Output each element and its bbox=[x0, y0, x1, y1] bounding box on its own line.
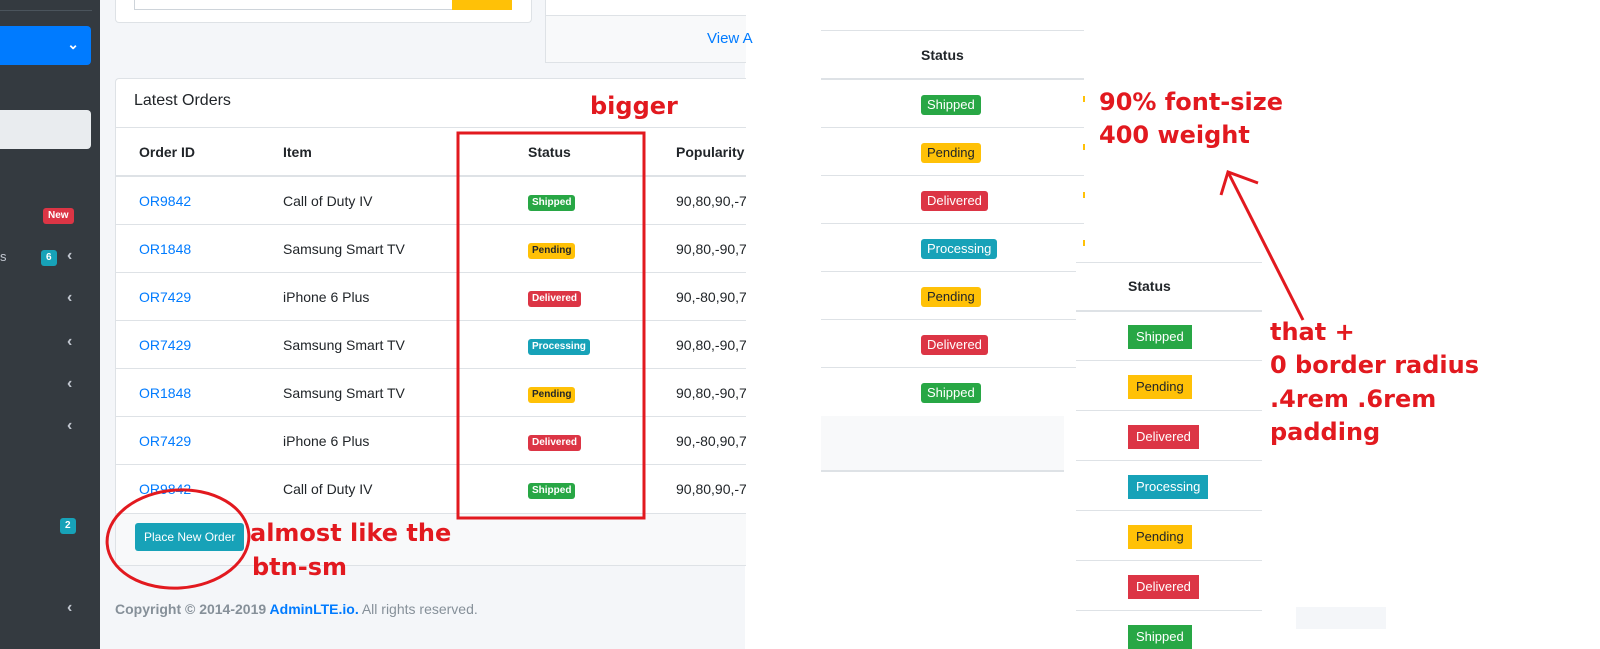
annotation-font-weight: 400 weight bbox=[1099, 121, 1250, 149]
highlight-circle bbox=[105, 488, 251, 590]
annotation-font-size: 90% font-size bbox=[1099, 88, 1284, 116]
annotation-padding-values: .4rem .6rem bbox=[1270, 385, 1437, 413]
annotation-layer bbox=[105, 131, 1305, 590]
highlight-box bbox=[456, 131, 646, 520]
arrow-line bbox=[1226, 171, 1305, 321]
annotation-button-size: btn-sm bbox=[252, 553, 347, 581]
annotation-padding: padding bbox=[1270, 418, 1381, 446]
annotation-button: almost like the bbox=[250, 519, 452, 547]
annotation-that: that + bbox=[1270, 318, 1355, 346]
annotation-bigger: bigger bbox=[590, 92, 678, 120]
annotation-border-radius: 0 border radius bbox=[1270, 351, 1480, 379]
